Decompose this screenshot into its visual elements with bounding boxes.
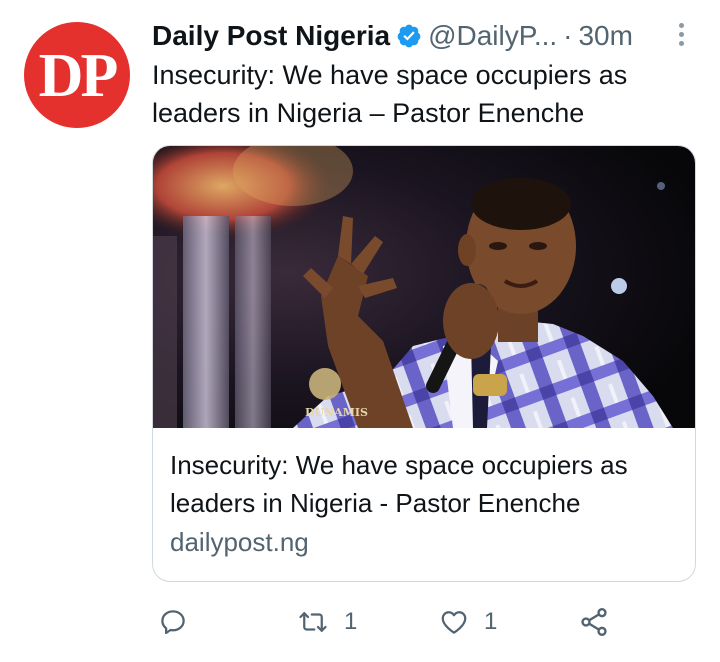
verified-badge-icon — [396, 23, 422, 49]
tweet-header: Daily Post Nigeria @DailyP... · 30m — [152, 16, 697, 56]
card-domain: dailypost.ng — [170, 527, 309, 557]
share-icon — [581, 608, 607, 636]
card-title: Insecurity: We have space occupiers as l… — [170, 450, 628, 518]
reply-icon — [161, 610, 185, 635]
like-count: 1 — [484, 608, 498, 635]
separator-dot: · — [563, 20, 573, 51]
link-card[interactable]: DUNAMIS Insecurity: We have space occupi… — [152, 145, 696, 582]
retweet-count: 1 — [344, 608, 358, 635]
avatar-logo-text: DP — [38, 41, 119, 110]
share-button[interactable] — [578, 600, 610, 644]
card-info[interactable]: Insecurity: We have space occupiers as l… — [170, 446, 680, 560]
like-button[interactable]: 1 — [438, 600, 497, 644]
tweet-text: Insecurity: We have space occupiers as l… — [152, 60, 628, 128]
more-options-icon[interactable] — [669, 20, 693, 52]
handle[interactable]: @DailyP... — [428, 20, 557, 52]
retweet-icon — [299, 612, 327, 632]
reply-button[interactable] — [158, 600, 188, 644]
retweet-button[interactable]: 1 — [296, 600, 357, 644]
timestamp[interactable]: 30m — [578, 20, 632, 52]
action-bar: 1 1 — [152, 600, 632, 644]
card-image[interactable]: DUNAMIS — [153, 146, 695, 428]
watermark-text: DUNAMIS — [305, 406, 368, 419]
heart-icon — [441, 611, 467, 634]
display-name[interactable]: Daily Post Nigeria — [152, 20, 390, 52]
avatar[interactable]: DP — [24, 22, 130, 128]
